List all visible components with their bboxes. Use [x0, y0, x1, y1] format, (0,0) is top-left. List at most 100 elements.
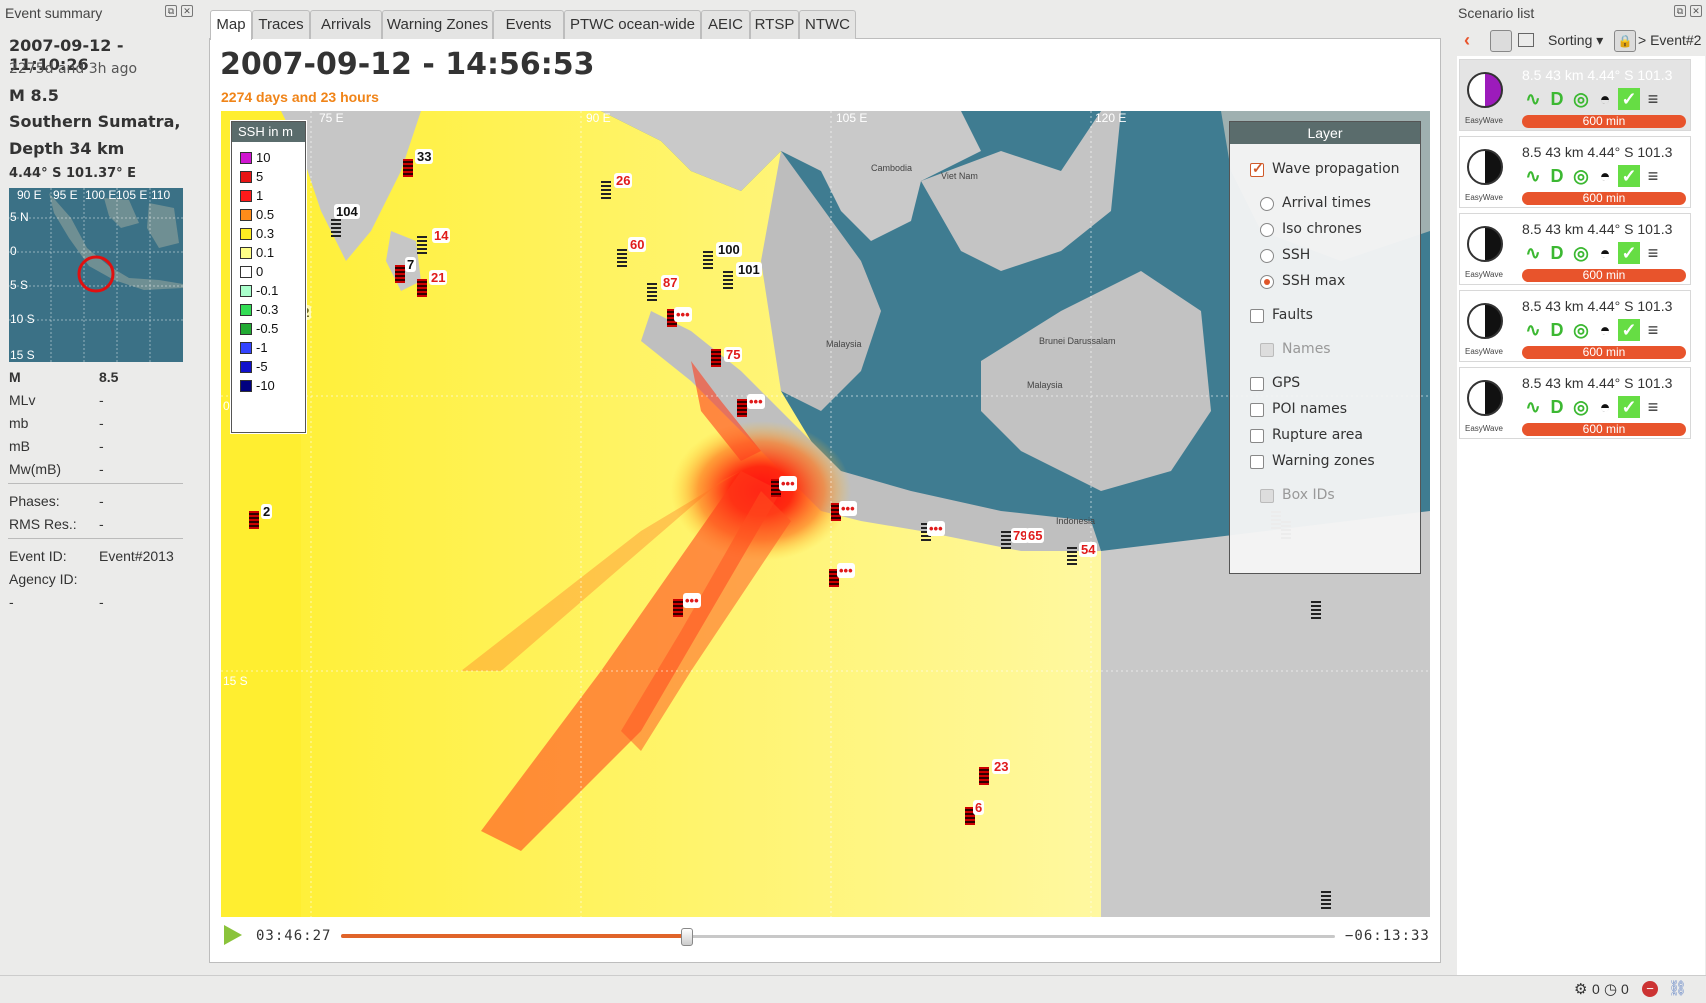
station-marker[interactable]	[711, 349, 721, 367]
lock-icon[interactable]: 🔒	[1614, 30, 1636, 52]
poi-label[interactable]: 75	[724, 347, 743, 362]
station-marker[interactable]	[617, 249, 627, 267]
disconnect-icon[interactable]: −	[1642, 981, 1658, 997]
station-marker[interactable]	[673, 599, 683, 617]
station-icon: ≡	[1647, 397, 1659, 417]
station-marker[interactable]	[395, 265, 405, 283]
wave-propagation-checkbox[interactable]	[1250, 160, 1264, 177]
agency-id-label: Agency ID:	[9, 571, 78, 587]
tab-traces[interactable]: Traces	[252, 10, 310, 39]
timeline-slider-handle[interactable]	[680, 928, 693, 946]
scenario-status-icons: ∿ D ◎ ◓ ✓ ≡	[1522, 165, 1687, 187]
clock-icon[interactable]: ◷	[1604, 980, 1617, 998]
tab-ntwc[interactable]: NTWC	[799, 10, 856, 39]
poi-label[interactable]: 101	[736, 262, 762, 277]
box-ids-checkbox[interactable]	[1260, 489, 1274, 503]
beachball-icon	[1467, 380, 1503, 416]
station-marker[interactable]	[1001, 531, 1011, 549]
station-marker[interactable]	[703, 251, 713, 269]
ssh-max-radio[interactable]	[1260, 275, 1274, 289]
legend-title: SSH in m	[232, 122, 305, 142]
overview-minimap[interactable]: 90 E 95 E 100 E 105 E 110 5 N 0 5 S 10 S…	[9, 188, 183, 362]
station-marker[interactable]	[1067, 547, 1077, 565]
station-marker[interactable]	[737, 399, 747, 417]
list-view-icon[interactable]	[1490, 30, 1512, 52]
ssh-radio[interactable]	[1260, 249, 1274, 263]
poi-label[interactable]: •••	[674, 307, 692, 322]
close-panel-icon[interactable]: ✕	[1690, 5, 1702, 17]
tab-rtsp[interactable]: RTSP	[750, 10, 799, 39]
names-checkbox[interactable]	[1260, 343, 1274, 357]
station-marker[interactable]	[723, 271, 733, 289]
poi-label[interactable]: 60	[628, 237, 647, 252]
station-marker[interactable]	[647, 283, 657, 301]
poi-label[interactable]: •••	[927, 521, 945, 536]
detail-view-icon[interactable]	[1518, 33, 1534, 47]
legend-item: -0.3	[240, 302, 278, 318]
tab-arrivals[interactable]: Arrivals	[310, 10, 382, 39]
close-panel-icon[interactable]: ✕	[181, 5, 193, 17]
tab-events[interactable]: Events	[493, 10, 564, 39]
station-icon: ≡	[1647, 89, 1659, 109]
d-icon: D	[1550, 397, 1564, 417]
gps-checkbox[interactable]	[1250, 377, 1264, 391]
poi-label[interactable]: •••	[779, 476, 797, 491]
gear-icon[interactable]: ⚙	[1574, 980, 1587, 998]
legend-item: 0.1	[240, 245, 274, 261]
station-marker[interactable]	[331, 219, 341, 237]
poi-label[interactable]: 54	[1079, 542, 1098, 557]
poi-label[interactable]: 100	[716, 242, 742, 257]
float-panel-icon[interactable]: ⧉	[1674, 5, 1686, 17]
poi-label[interactable]: 6	[973, 800, 985, 815]
poi-label[interactable]: 65	[1026, 528, 1045, 543]
station-marker[interactable]	[417, 279, 427, 297]
scenario-card[interactable]: EasyWave 8.5 43 km 4.44° S 101.3 ∿ D ◎ ◓…	[1459, 136, 1691, 208]
poi-label[interactable]: 2	[261, 504, 273, 519]
link-icon[interactable]: ⛓	[1668, 979, 1687, 997]
event-breadcrumb[interactable]: > Event#2	[1638, 32, 1704, 48]
poi-label[interactable]: •••	[747, 394, 765, 409]
poi-names-checkbox[interactable]	[1250, 403, 1264, 417]
poi-label[interactable]: 14	[432, 228, 451, 243]
station-marker[interactable]	[403, 159, 413, 177]
scenario-card[interactable]: EasyWave 8.5 43 km 4.44° S 101.3 ∿ D ◎ ◓…	[1459, 59, 1691, 131]
arrival-times-radio[interactable]	[1260, 197, 1274, 211]
poi-label[interactable]: •••	[837, 563, 855, 578]
warning-zones-checkbox[interactable]	[1250, 455, 1264, 469]
poi-label[interactable]: 87	[661, 275, 680, 290]
scenario-card[interactable]: EasyWave 8.5 43 km 4.44° S 101.3 ∿ D ◎ ◓…	[1459, 367, 1691, 439]
poi-label[interactable]: 104	[334, 204, 360, 219]
poi-label[interactable]: 7	[405, 257, 417, 272]
poi-label[interactable]: 33	[415, 149, 434, 164]
legend-swatch	[240, 342, 252, 354]
sorting-dropdown[interactable]: Sorting ▾	[1548, 32, 1603, 49]
float-panel-icon[interactable]: ⧉	[165, 5, 177, 17]
scenario-info: 8.5 43 km 4.44° S 101.3	[1522, 144, 1673, 160]
rupture-area-checkbox[interactable]	[1250, 429, 1264, 443]
tab-ptwc-ocean-wide[interactable]: PTWC ocean-wide	[564, 10, 701, 39]
tab-aeic[interactable]: AEIC	[701, 10, 750, 39]
station-marker[interactable]	[249, 511, 259, 529]
poi-label[interactable]: 26	[614, 173, 633, 188]
poi-label[interactable]: •••	[839, 501, 857, 516]
scenario-card[interactable]: EasyWave 8.5 43 km 4.44° S 101.3 ∿ D ◎ ◓…	[1459, 290, 1691, 362]
scenario-card[interactable]: EasyWave 8.5 43 km 4.44° S 101.3 ∿ D ◎ ◓…	[1459, 213, 1691, 285]
play-button[interactable]	[224, 925, 242, 945]
tab-warning-zones[interactable]: Warning Zones	[382, 10, 493, 39]
back-arrow-icon[interactable]: ‹	[1464, 30, 1470, 51]
station-icon: ≡	[1647, 320, 1659, 340]
poi-label[interactable]: •••	[683, 593, 701, 608]
tsunami-map[interactable]: 75 E 90 E 105 E 120 E 0 15 S Cambodia Vi…	[221, 111, 1430, 917]
station-marker[interactable]	[417, 236, 427, 254]
station-marker[interactable]	[601, 181, 611, 199]
tab-map[interactable]: Map	[210, 10, 252, 40]
iso-chrones-radio[interactable]	[1260, 223, 1274, 237]
poi-label[interactable]: 21	[429, 270, 448, 285]
gps-label: GPS	[1272, 375, 1301, 391]
waveform-icon: ∿	[1525, 166, 1541, 186]
country-label: Malaysia	[1027, 380, 1063, 390]
faults-checkbox[interactable]	[1250, 309, 1264, 323]
station-marker[interactable]	[979, 767, 989, 785]
poi-label[interactable]: 23	[992, 759, 1011, 774]
legend-swatch	[240, 228, 252, 240]
